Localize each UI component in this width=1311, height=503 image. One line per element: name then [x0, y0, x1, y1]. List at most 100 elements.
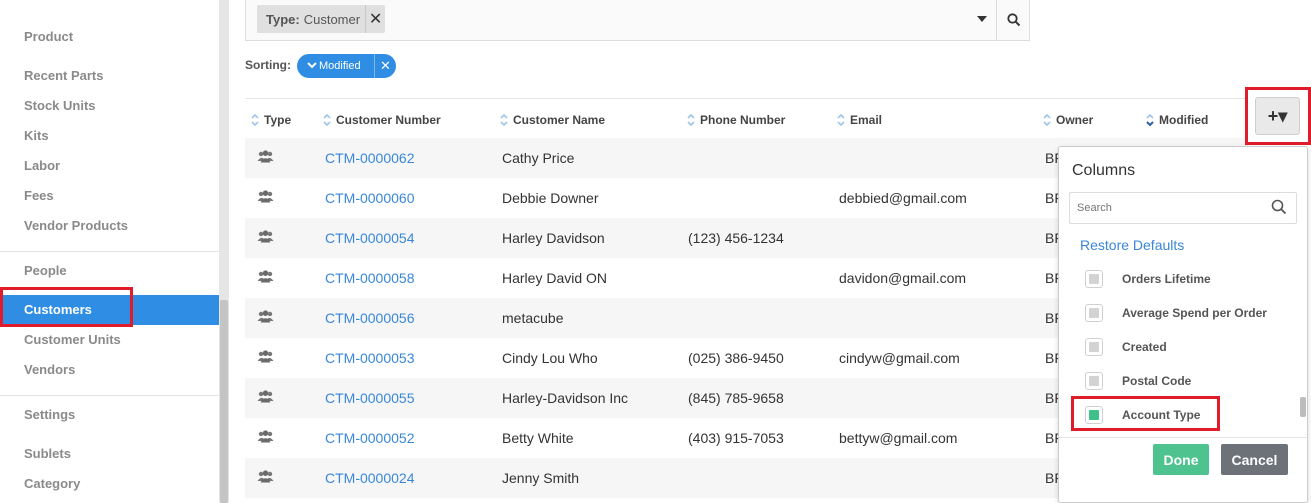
- sort-both-icon: [687, 113, 695, 127]
- sidebar-item-recent-parts[interactable]: Recent Parts: [0, 61, 219, 91]
- phone-number-cell: (123) 456-1234: [688, 230, 784, 246]
- column-header-label: Owner: [1056, 113, 1094, 127]
- people-icon: [257, 310, 274, 326]
- column-option-average-spend[interactable]: Average Spend per Order: [1085, 301, 1267, 325]
- search-icon: [1007, 13, 1021, 27]
- checkbox-checked[interactable]: [1085, 406, 1103, 424]
- sort-both-icon: [837, 113, 845, 127]
- chevron-down-icon: [297, 60, 319, 72]
- column-option-postal-code[interactable]: Postal Code: [1085, 369, 1191, 393]
- column-header-customer-name[interactable]: Customer Name: [499, 110, 605, 130]
- email-cell: davidon@gmail.com: [839, 270, 967, 286]
- customer-name-cell: Cindy Lou Who: [502, 350, 598, 366]
- column-header-owner[interactable]: Owner: [1042, 110, 1093, 130]
- column-header-label: Email: [850, 113, 883, 127]
- column-header-label: Customer Name: [513, 113, 606, 127]
- phone-number-cell: (403) 915-7053: [688, 430, 784, 446]
- column-option-label: Orders Lifetime: [1122, 272, 1211, 286]
- sidebar-item-category[interactable]: Category: [0, 469, 219, 499]
- sidebar-item-customers[interactable]: Customers: [0, 295, 219, 325]
- column-search-input[interactable]: [1069, 192, 1297, 224]
- column-header-modified[interactable]: Modified: [1145, 110, 1208, 130]
- phone-number-cell: (025) 386-9450: [688, 350, 784, 366]
- column-header-type[interactable]: Type: [250, 110, 291, 130]
- people-icon: [257, 190, 274, 206]
- sort-both-icon: [251, 113, 259, 127]
- restore-defaults-link[interactable]: Restore Defaults: [1080, 237, 1184, 253]
- column-header-phone-number[interactable]: Phone Number: [686, 110, 785, 130]
- sidebar-item-fees[interactable]: Fees: [0, 181, 219, 211]
- customer-number-link[interactable]: CTM-0000054: [325, 218, 415, 258]
- customer-name-cell: Debbie Downer: [502, 190, 599, 206]
- sidebar: Product Recent Parts Stock Units Kits La…: [0, 0, 229, 503]
- sorting-label: Sorting:: [245, 58, 291, 72]
- checkbox[interactable]: [1085, 304, 1103, 322]
- people-icon: [257, 230, 274, 246]
- sort-chip-label: Modified: [319, 60, 361, 72]
- column-header-label: Phone Number: [700, 113, 786, 127]
- customer-name-cell: Jenny Smith: [502, 470, 580, 486]
- email-cell: debbied@gmail.com: [839, 190, 967, 206]
- checkbox[interactable]: [1085, 372, 1103, 390]
- column-option-created[interactable]: Created: [1085, 335, 1167, 359]
- column-option-account-type[interactable]: Account Type: [1085, 403, 1200, 427]
- search-icon: [1271, 199, 1287, 215]
- filter-chip-type[interactable]: Type: Customer ✕: [257, 5, 386, 33]
- add-column-button[interactable]: +▾: [1255, 97, 1300, 135]
- sidebar-item-sublets[interactable]: Sublets: [0, 439, 219, 469]
- filter-search-button[interactable]: [996, 0, 1031, 40]
- sidebar-scroll-thumb[interactable]: [220, 300, 228, 503]
- phone-number-cell: (845) 785-9658: [688, 390, 784, 406]
- column-header-label: Type: [264, 113, 292, 127]
- people-icon: [257, 430, 274, 446]
- sidebar-item-kits[interactable]: Kits: [0, 121, 219, 151]
- cancel-button[interactable]: Cancel: [1221, 444, 1288, 475]
- sidebar-divider: [0, 395, 219, 396]
- checkbox[interactable]: [1085, 338, 1103, 356]
- sidebar-item-labor[interactable]: Labor: [0, 151, 219, 181]
- sort-both-icon: [323, 113, 331, 127]
- sidebar-item-customer-units[interactable]: Customer Units: [0, 325, 219, 355]
- column-header-email[interactable]: Email: [836, 110, 882, 130]
- sort-chip-remove-icon[interactable]: ✕: [374, 54, 396, 78]
- sidebar-item-people[interactable]: People: [0, 256, 219, 286]
- filter-bar: Type: Customer ✕: [245, 0, 1030, 41]
- filter-chip-key: Type:: [266, 11, 300, 27]
- sidebar-item-vendor-products[interactable]: Vendor Products: [0, 211, 219, 241]
- column-header-label: Customer Number: [336, 113, 441, 127]
- sidebar-item-stock-units[interactable]: Stock Units: [0, 91, 219, 121]
- people-icon: [257, 350, 274, 366]
- customer-number-link[interactable]: CTM-0000052: [325, 418, 415, 458]
- popover-scroll-thumb[interactable]: [1300, 397, 1306, 417]
- sidebar-divider: [0, 251, 219, 252]
- people-icon: [257, 390, 274, 406]
- customer-number-link[interactable]: CTM-0000024: [325, 458, 415, 498]
- customer-number-link[interactable]: CTM-0000053: [325, 338, 415, 378]
- filter-chip-remove-icon[interactable]: ✕: [365, 5, 385, 33]
- sort-both-icon: [1043, 113, 1051, 127]
- sidebar-item-vendors[interactable]: Vendors: [0, 355, 219, 385]
- customer-number-link[interactable]: CTM-0000056: [325, 298, 415, 338]
- customer-name-cell: Harley David ON: [502, 270, 608, 286]
- column-options-list[interactable]: Restore Defaults Orders Lifetime Average…: [1059, 229, 1307, 439]
- customer-number-link[interactable]: CTM-0000055: [325, 378, 415, 418]
- filter-chip-value: Customer: [303, 11, 361, 27]
- checkbox[interactable]: [1085, 270, 1103, 288]
- column-header-customer-number[interactable]: Customer Number: [322, 110, 441, 130]
- sidebar-item-settings[interactable]: Settings: [0, 400, 219, 430]
- column-option-label: Average Spend per Order: [1122, 306, 1267, 320]
- filter-dropdown-caret-icon[interactable]: [977, 16, 987, 22]
- column-option-orders-lifetime[interactable]: Orders Lifetime: [1085, 267, 1211, 291]
- sidebar-item-product[interactable]: Product: [0, 22, 219, 52]
- customer-number-link[interactable]: CTM-0000058: [325, 258, 415, 298]
- customer-number-link[interactable]: CTM-0000062: [325, 138, 415, 178]
- customer-number-link[interactable]: CTM-0000060: [325, 178, 415, 218]
- done-button[interactable]: Done: [1153, 444, 1209, 475]
- email-cell: bettyw@gmail.com: [839, 430, 958, 446]
- column-option-label: Postal Code: [1122, 374, 1192, 388]
- column-option-label: Account Type: [1122, 408, 1201, 422]
- sort-chip-modified[interactable]: Modified ✕: [297, 54, 396, 78]
- sort-both-icon: [500, 113, 508, 127]
- people-icon: [257, 470, 274, 486]
- table-top-border: [245, 98, 1248, 99]
